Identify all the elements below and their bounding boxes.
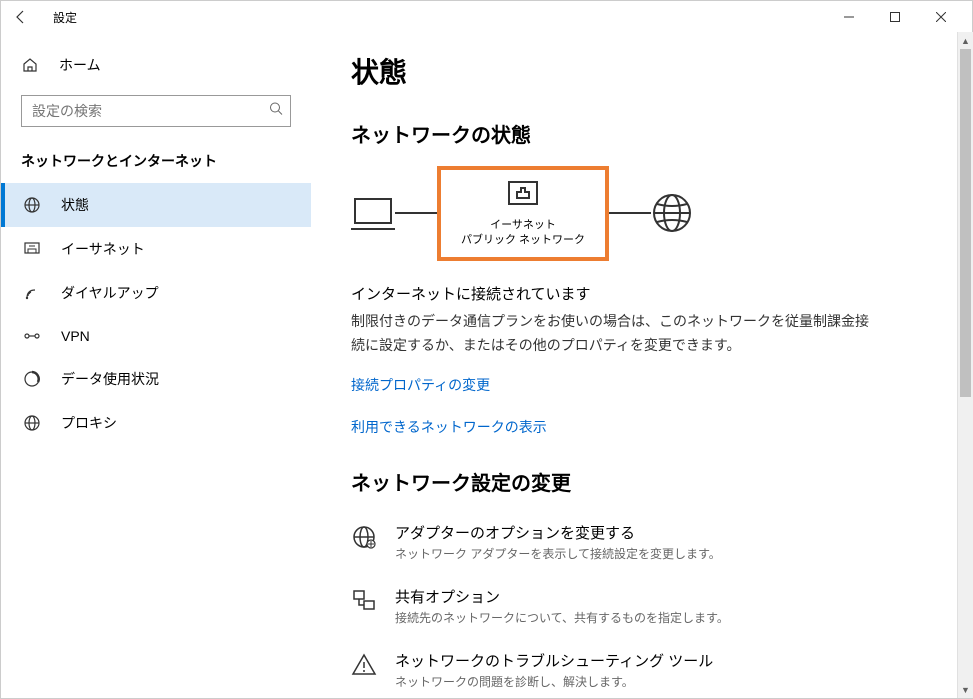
vpn-icon <box>23 327 41 345</box>
settings-desc: 接続先のネットワークについて、共有するものを指定します。 <box>395 609 729 626</box>
window-title: 設定 <box>53 9 77 26</box>
back-button[interactable] <box>9 5 33 29</box>
connection-name: イーサネット <box>461 218 585 233</box>
diagram-line <box>395 212 437 214</box>
nav-label: 状態 <box>61 195 89 215</box>
network-diagram: イーサネット パブリック ネットワーク <box>351 166 932 261</box>
adapter-options-icon <box>351 524 377 550</box>
search-box <box>21 95 291 127</box>
settings-label: ネットワークのトラブルシューティング ツール <box>395 650 713 671</box>
connected-desc: 制限付きのデータ通信プランをお使いの場合は、このネットワークを従量制課金接続に設… <box>351 310 871 358</box>
minimize-button[interactable] <box>826 1 872 33</box>
troubleshoot-icon <box>351 652 377 678</box>
main-content: 状態 ネットワークの状態 イーサネット パブリック ネットワーク <box>311 33 972 698</box>
settings-desc: ネットワーク アダプターを表示して接続設定を変更します。 <box>395 545 721 562</box>
connected-title: インターネットに接続されています <box>351 283 932 304</box>
ethernet-icon <box>23 240 41 258</box>
globe-icon <box>651 192 693 234</box>
sidebar-section-header: ネットワークとインターネット <box>1 143 311 183</box>
proxy-icon <box>23 414 41 432</box>
settings-label: 共有オプション <box>395 586 729 607</box>
nav-item-ethernet[interactable]: イーサネット <box>1 227 311 271</box>
settings-item-adapter[interactable]: アダプターのオプションを変更する ネットワーク アダプターを表示して接続設定を変… <box>351 514 932 578</box>
settings-item-sharing[interactable]: 共有オプション 接続先のネットワークについて、共有するものを指定します。 <box>351 578 932 642</box>
computer-icon <box>351 193 395 233</box>
close-button[interactable] <box>918 1 964 33</box>
network-type: パブリック ネットワーク <box>461 233 585 248</box>
scroll-thumb[interactable] <box>960 49 971 397</box>
nav-label: ダイヤルアップ <box>61 283 159 303</box>
nav-label: VPN <box>61 328 90 344</box>
nav-item-data-usage[interactable]: データ使用状況 <box>1 357 311 401</box>
diagram-line <box>609 212 651 214</box>
ethernet-port-icon <box>505 176 541 212</box>
nav-label: イーサネット <box>61 239 145 259</box>
nav-item-vpn[interactable]: VPN <box>1 315 311 357</box>
search-icon <box>269 102 283 121</box>
available-networks-link[interactable]: 利用できるネットワークの表示 <box>351 417 932 437</box>
scroll-track[interactable] <box>958 49 973 681</box>
home-icon <box>21 56 39 74</box>
nav-item-proxy[interactable]: プロキシ <box>1 401 311 445</box>
sharing-options-icon <box>351 588 377 614</box>
nav-label: プロキシ <box>61 413 117 433</box>
home-link[interactable]: ホーム <box>1 45 311 85</box>
change-settings-header: ネットワーク設定の変更 <box>351 467 932 496</box>
scrollbar[interactable]: ▲ ▼ <box>957 32 973 698</box>
network-status-header: ネットワークの状態 <box>351 119 932 148</box>
status-icon <box>23 196 41 214</box>
nav-item-status[interactable]: 状態 <box>1 183 311 227</box>
titlebar: 設定 <box>1 1 972 33</box>
scroll-up-arrow[interactable]: ▲ <box>958 32 973 49</box>
nav-item-dialup[interactable]: ダイヤルアップ <box>1 271 311 315</box>
scroll-down-arrow[interactable]: ▼ <box>958 681 973 698</box>
nav-label: データ使用状況 <box>61 369 159 389</box>
maximize-button[interactable] <box>872 1 918 33</box>
dialup-icon <box>23 284 41 302</box>
sidebar: ホーム ネットワークとインターネット 状態 <box>1 33 311 698</box>
settings-desc: ネットワークの問題を診断し、解決します。 <box>395 673 713 690</box>
settings-item-troubleshoot[interactable]: ネットワークのトラブルシューティング ツール ネットワークの問題を診断し、解決し… <box>351 642 932 698</box>
search-input[interactable] <box>21 95 291 127</box>
change-props-link[interactable]: 接続プロパティの変更 <box>351 375 932 395</box>
connection-highlight: イーサネット パブリック ネットワーク <box>437 166 609 261</box>
data-usage-icon <box>23 370 41 388</box>
home-label: ホーム <box>59 55 101 75</box>
settings-label: アダプターのオプションを変更する <box>395 522 721 543</box>
page-title: 状態 <box>351 51 932 91</box>
